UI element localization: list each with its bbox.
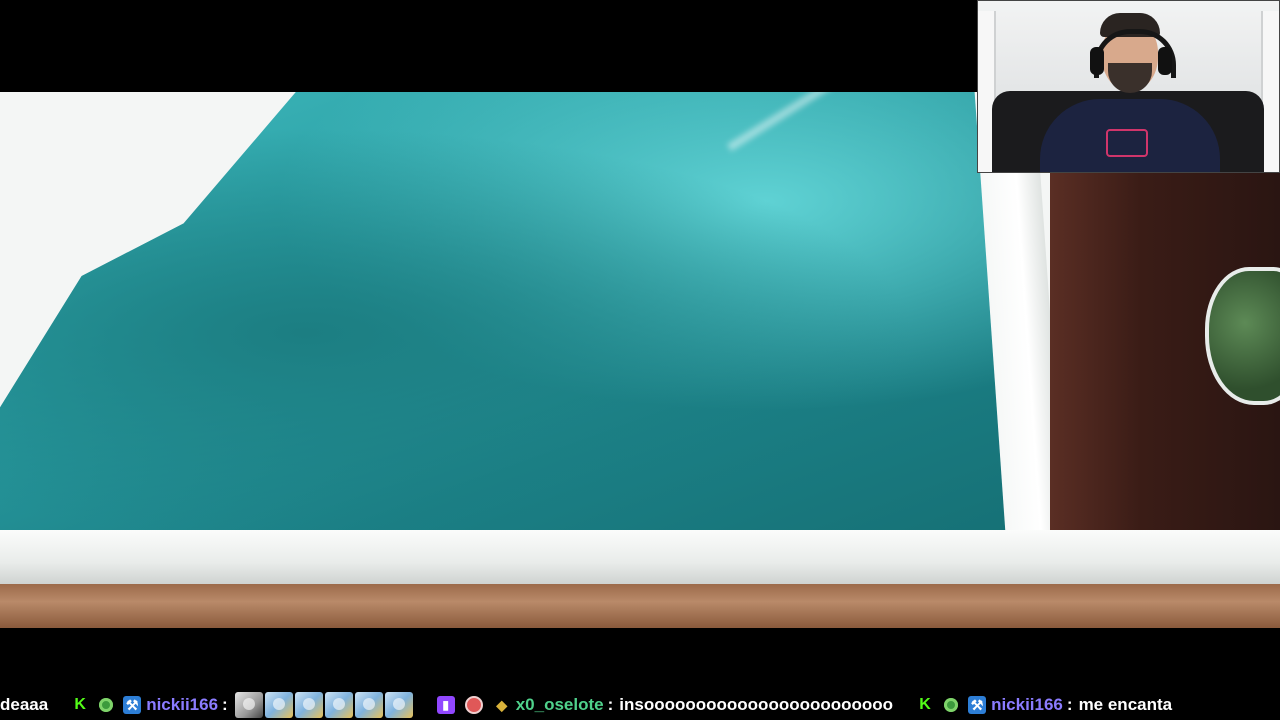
chat-separator: : <box>1066 695 1073 714</box>
chat-message-text: insoooooooooooooooooooooooo <box>619 695 894 714</box>
chat-ticker: deaaa K ⚒ nickii166 : ▮ ◆ x0_oselote : i… <box>0 690 1280 720</box>
chat-message-text: deaaa <box>0 695 49 714</box>
emote-icon <box>264 692 293 718</box>
white-rail <box>0 530 1280 584</box>
emote-icon <box>324 692 353 718</box>
chat-separator: : <box>607 695 614 714</box>
kick-icon: K <box>74 696 86 713</box>
green-badge-icon <box>944 698 959 712</box>
chat-message: K ⚒ nickii166 : me encanta <box>911 695 1172 715</box>
emote-icon <box>294 692 323 718</box>
pickaxe-badge-icon: ⚒ <box>123 696 142 714</box>
chat-message: ▮ ◆ x0_oselote : insoooooooooooooooooooo… <box>432 695 893 715</box>
chat-username[interactable]: nickii166 <box>146 695 218 715</box>
twitch-icon: ▮ <box>436 696 455 714</box>
teal-fabric <box>0 92 1020 530</box>
red-badge-icon <box>464 696 483 714</box>
green-badge-icon <box>99 698 114 712</box>
pickaxe-badge-icon: ⚒ <box>968 696 987 714</box>
chat-separator: : <box>222 695 228 714</box>
webcam-overlay <box>977 0 1280 173</box>
chat-message-text: me encanta <box>1078 695 1173 714</box>
emote-icon <box>384 692 413 718</box>
wood-edge <box>0 584 1280 628</box>
stream-viewport: deaaa K ⚒ nickii166 : ▮ ◆ x0_oselote : i… <box>0 0 1280 720</box>
headset-earcup-right <box>1158 47 1172 75</box>
chat-message: K ⚒ nickii166 : <box>66 692 414 718</box>
emote-icon <box>354 692 383 718</box>
headset-earcup-left <box>1090 47 1104 75</box>
kick-icon: K <box>919 696 931 713</box>
chat-username[interactable]: nickii166 <box>991 695 1063 715</box>
chat-username[interactable]: x0_oselote <box>516 695 604 715</box>
gold-shield-icon: ◆ <box>496 697 508 713</box>
shirt-logo <box>1106 129 1148 157</box>
emote-icon <box>234 692 263 718</box>
